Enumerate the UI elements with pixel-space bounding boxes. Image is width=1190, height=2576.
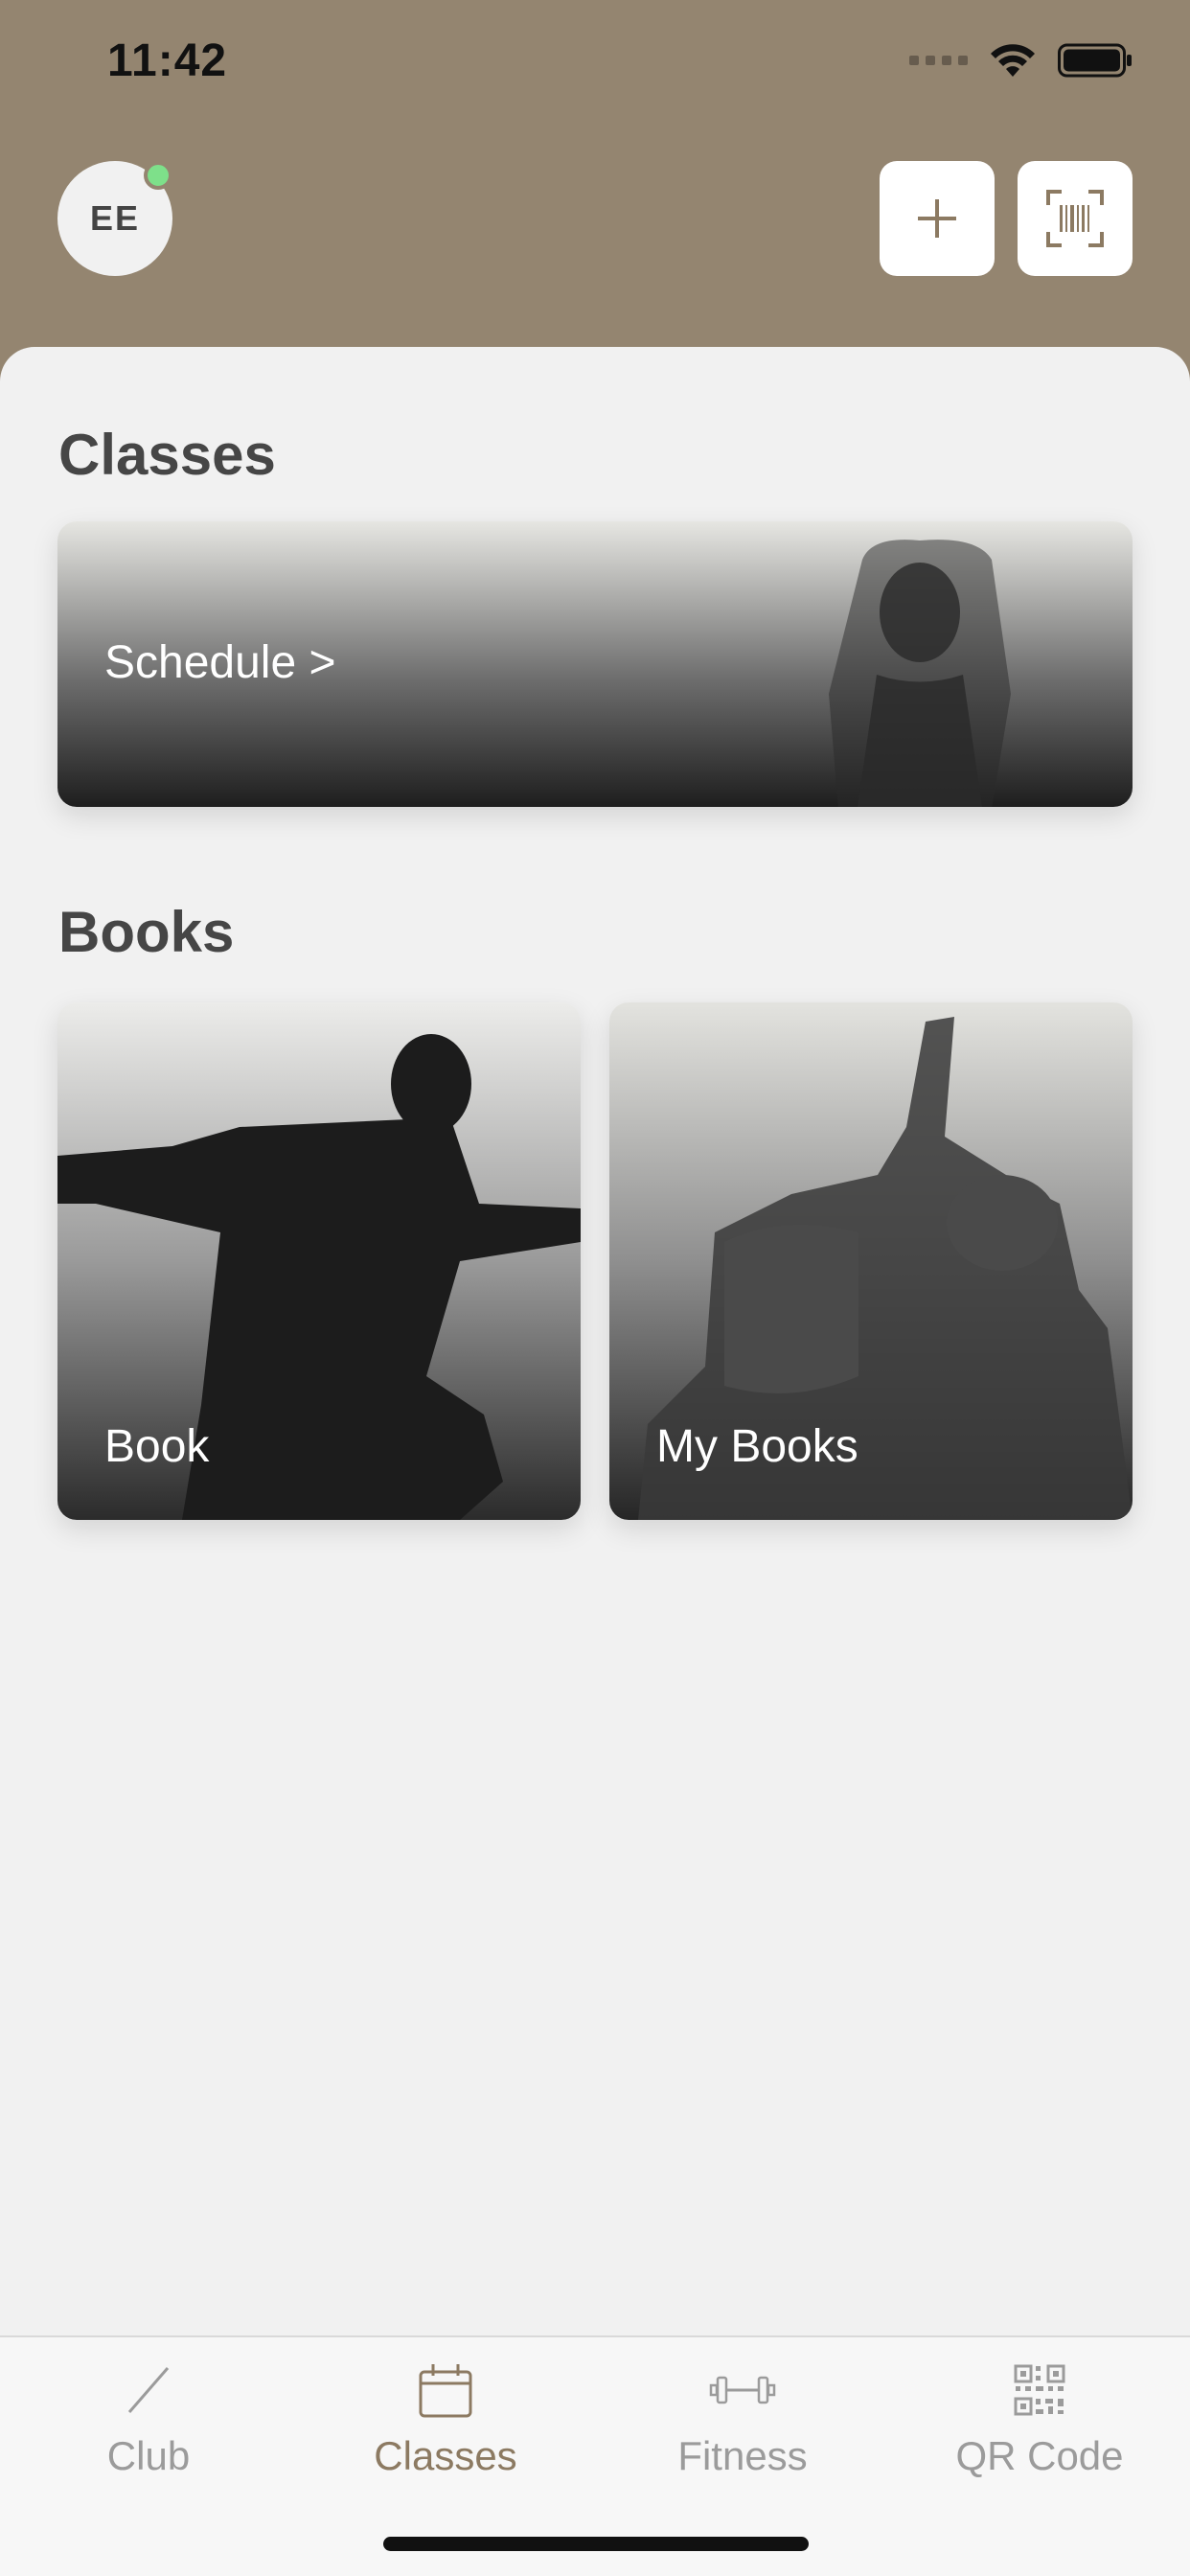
tab-fitness[interactable]: Fitness — [594, 2337, 891, 2529]
books-section-title: Books — [58, 900, 235, 964]
schedule-card[interactable]: Schedule > — [57, 521, 1133, 807]
tab-club[interactable]: Club — [0, 2337, 297, 2529]
book-card[interactable]: Book — [57, 1002, 581, 1520]
tab-club-label: Club — [106, 2433, 191, 2478]
online-status-dot — [144, 161, 172, 190]
classes-section-title: Classes — [58, 423, 276, 487]
status-bar: 11:42 — [0, 0, 1190, 134]
book-card-label: Book — [104, 1421, 210, 1472]
dumbbell-icon — [709, 2376, 776, 2404]
status-icons — [909, 42, 1133, 79]
tab-qr-code[interactable]: QR Code — [891, 2337, 1188, 2529]
my-books-card-label: My Books — [656, 1421, 858, 1472]
plus-icon — [918, 199, 956, 238]
app-screen: 11:42 EE Classes Schedule > Books Book M… — [0, 0, 1190, 2576]
qr-code-icon — [1014, 2364, 1065, 2416]
tab-classes-label: Classes — [374, 2433, 517, 2478]
status-time: 11:42 — [107, 35, 228, 86]
slash-icon — [127, 2367, 170, 2413]
home-indicator[interactable] — [383, 2537, 809, 2551]
wifi-icon — [991, 44, 1035, 77]
calendar-icon — [419, 2364, 472, 2418]
schedule-card-label: Schedule > — [104, 637, 336, 688]
tab-fitness-label: Fitness — [677, 2433, 808, 2478]
barcode-scan-icon — [1046, 190, 1104, 247]
tab-qr-code-label: QR Code — [955, 2433, 1124, 2478]
cellular-signal-icon — [909, 56, 968, 65]
my-books-card[interactable]: My Books — [609, 1002, 1133, 1520]
battery-icon — [1058, 43, 1132, 78]
scan-barcode-button[interactable] — [1018, 161, 1133, 276]
add-button[interactable] — [880, 161, 995, 276]
tab-classes[interactable]: Classes — [297, 2337, 594, 2529]
